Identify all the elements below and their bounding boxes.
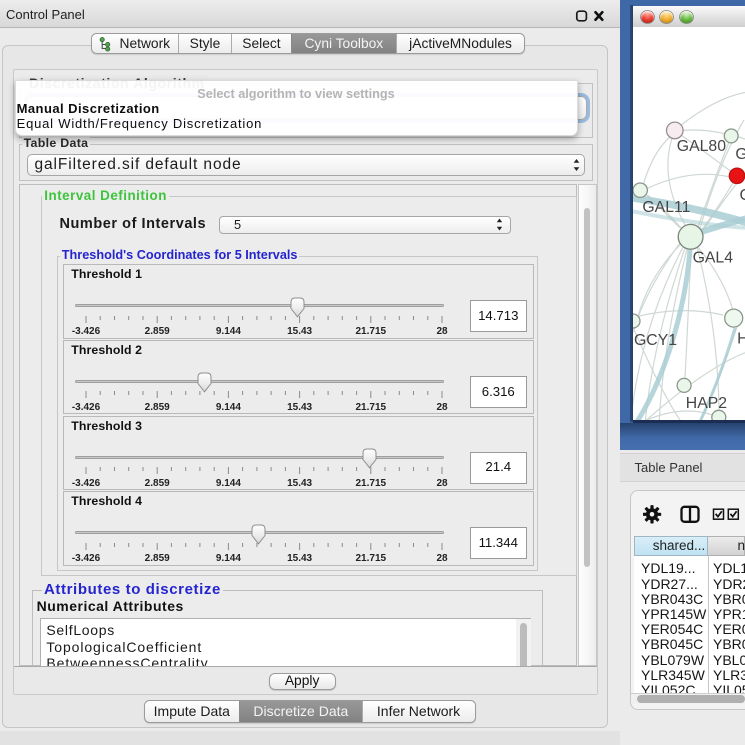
- svg-text:GCY1: GCY1: [634, 332, 677, 349]
- svg-text:C: C: [740, 187, 745, 204]
- svg-text:HAP2: HAP2: [686, 395, 727, 412]
- svg-text:HI: HI: [737, 330, 745, 347]
- svg-text:GAL4: GAL4: [693, 250, 734, 267]
- svg-text:GAL80: GAL80: [677, 138, 726, 155]
- svg-text:GA: GA: [735, 146, 745, 163]
- svg-text:GAL11: GAL11: [642, 199, 690, 216]
